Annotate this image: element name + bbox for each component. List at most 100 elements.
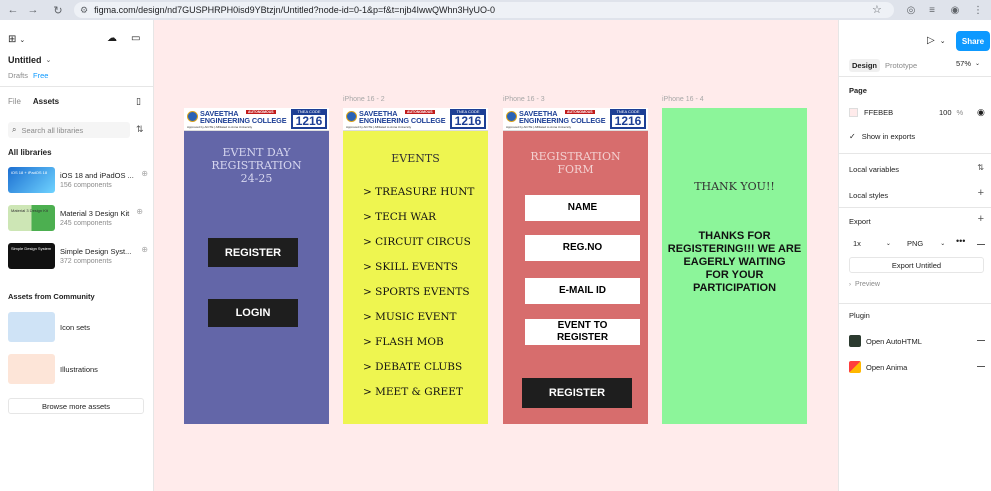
file-name[interactable]: Untitled ⌄ (8, 55, 51, 65)
reload-icon[interactable]: ↻ (49, 1, 67, 19)
plugin-item[interactable]: Open AutoHTML (866, 337, 922, 346)
sort-icon[interactable]: ⇅ (136, 124, 144, 135)
event-item[interactable]: > TECH WAR (363, 211, 436, 223)
login-button[interactable]: LOGIN (208, 299, 298, 327)
page-heading: Page (849, 86, 867, 95)
globe-icon: ⊕ (141, 169, 148, 178)
library-item[interactable]: Simple Design System Simple Design Syst.… (8, 243, 148, 269)
bookmark-star-icon[interactable]: ☆ (872, 3, 882, 16)
opacity-value[interactable]: 100 (939, 108, 952, 117)
export-heading: Export (849, 217, 871, 226)
community-item[interactable]: Icon sets (8, 312, 148, 342)
page-color-field[interactable]: FFEBEB (849, 108, 893, 117)
frame-thank-you[interactable]: THANK YOU!! THANKS FOR REGISTERING!!! WE… (662, 108, 807, 424)
frame-event-day-registration[interactable]: SAVEETHA ENGINEERING COLLEGE AUTONOMOUS A… (184, 108, 329, 424)
cloud-upload-icon[interactable]: ☁ (107, 33, 117, 44)
plugin-item[interactable]: Open Anima (866, 363, 907, 372)
eye-icon[interactable]: ◉ (977, 107, 985, 118)
tab-design[interactable]: Design (849, 59, 881, 72)
figma-menu-icon[interactable]: ⊞ ⌄ (8, 34, 25, 45)
community-heading: Assets from Community (8, 292, 95, 301)
more-options-icon[interactable]: ••• (956, 236, 965, 246)
library-item[interactable]: Material 3 Design Kit Material 3 Design … (8, 205, 148, 231)
back-icon[interactable]: ← (4, 1, 22, 19)
tab-prototype[interactable]: Prototype (885, 61, 917, 70)
globe-icon: ⊕ (141, 245, 148, 254)
event-item[interactable]: > CIRCUIT CIRCUS (363, 236, 471, 248)
preview-toggle[interactable]: › Preview (849, 281, 880, 288)
frame-label[interactable]: iPhone 16 - 3 (503, 96, 545, 103)
library-item[interactable]: iOS 18 + iPadOS 18 iOS 18 and iPadOS ...… (8, 167, 148, 193)
right-panel: ▷ ⌄ Share Design Prototype 57% ⌄ Page FFEB… (838, 20, 991, 491)
variables-sort-icon[interactable]: ⇅ (977, 163, 984, 172)
forward-icon[interactable]: → (24, 1, 42, 19)
plan-badge: Free (33, 71, 49, 80)
present-play-icon[interactable]: ▷ ⌄ (927, 35, 946, 46)
color-swatch[interactable] (849, 108, 858, 117)
register-button[interactable]: REGISTER (208, 238, 298, 267)
college-logo-icon (506, 111, 517, 122)
search-input[interactable]: ⌕ Search all libraries (8, 122, 130, 138)
icon-sets-thumbnail (8, 312, 55, 342)
browse-more-assets-button[interactable]: Browse more assets (8, 398, 144, 414)
library-thumbnail: iOS 18 + iPadOS 18 (8, 167, 55, 193)
divider (839, 153, 991, 154)
frame-events[interactable]: SAVEETHA ENGINEERING COLLEGE AUTONOMOUS A… (343, 108, 488, 424)
export-format-select[interactable]: PNG ⌄ (907, 239, 945, 248)
local-variables[interactable]: Local variables (849, 165, 899, 174)
export-format: PNG (907, 239, 924, 248)
drafts-label[interactable]: Drafts (8, 71, 28, 80)
page-opacity-field[interactable]: 100% (939, 108, 963, 117)
export-button[interactable]: Export Untitled (849, 257, 984, 273)
extension-icon[interactable]: ◎ (905, 4, 917, 16)
email-field[interactable]: E-MAIL ID (525, 278, 640, 304)
add-export-icon[interactable]: + (978, 213, 984, 225)
chevron-down-icon: ⌄ (975, 61, 981, 67)
divider (839, 76, 991, 77)
remove-plugin-icon[interactable] (977, 340, 985, 341)
design-canvas[interactable]: iPhone 16 - 2 iPhone 16 - 3 iPhone 16 - … (154, 20, 838, 491)
name-field[interactable]: NAME (525, 195, 640, 221)
file-location: Drafts Free (8, 71, 48, 80)
event-item[interactable]: > SPORTS EVENTS (363, 286, 470, 298)
event-item[interactable]: > MEET & GREET (363, 386, 463, 398)
address-bar[interactable]: ⚙ figma.com/design/nd7GUSPHRPH0isd9YBtzj… (74, 2, 894, 18)
site-settings-icon[interactable]: ⚙ (80, 5, 88, 16)
add-style-icon[interactable]: + (978, 187, 984, 199)
event-to-register-field[interactable]: EVENT TO REGISTER (525, 319, 640, 345)
form-title: REGISTRATION FORM (530, 150, 621, 176)
reg-no-field[interactable]: REG.NO (525, 235, 640, 261)
zoom-dropdown[interactable]: 57% ⌄ (956, 59, 980, 68)
profile-icon[interactable]: ◉ (949, 4, 961, 16)
event-item[interactable]: > DEBATE CLUBS (363, 361, 462, 373)
autonomous-badge: AUTONOMOUS (565, 110, 595, 114)
export-scale-select[interactable]: 1x ⌄ (853, 239, 891, 248)
remove-export-icon[interactable] (977, 244, 985, 245)
community-item[interactable]: Illustrations (8, 354, 148, 384)
share-button[interactable]: Share (956, 31, 990, 51)
remove-plugin-icon[interactable] (977, 366, 985, 367)
tab-assets[interactable]: Assets (33, 97, 59, 106)
library-count: 372 components (60, 258, 112, 265)
event-item[interactable]: > MUSIC EVENT (363, 311, 457, 323)
library-count: 245 components (60, 220, 112, 227)
media-icon[interactable]: ≡ (926, 4, 938, 16)
library-thumbnail: Simple Design System (8, 243, 55, 269)
local-styles[interactable]: Local styles (849, 191, 888, 200)
show-in-exports[interactable]: ✓ Show in exports (849, 132, 915, 141)
register-submit-button[interactable]: REGISTER (522, 378, 632, 408)
frame-registration-form[interactable]: SAVEETHA ENGINEERING COLLEGE AUTONOMOUS A… (503, 108, 648, 424)
autonomous-badge: AUTONOMOUS (405, 110, 435, 114)
event-item[interactable]: > FLASH MOB (363, 336, 444, 348)
checkbox-checked-icon[interactable]: ✓ (849, 132, 856, 141)
frame-label[interactable]: iPhone 16 - 4 (662, 96, 704, 103)
frame-label[interactable]: iPhone 16 - 2 (343, 96, 385, 103)
event-item[interactable]: > SKILL EVENTS (363, 261, 458, 273)
event-item[interactable]: > TREASURE HUNT (363, 186, 474, 198)
more-menu-icon[interactable]: ⋮ (972, 4, 984, 16)
tab-file[interactable]: File (8, 97, 21, 106)
chevron-down-icon: ⌄ (885, 241, 891, 247)
panel-toggle-icon[interactable]: ▭ (131, 33, 140, 44)
page-color-hex[interactable]: FFEBEB (864, 108, 893, 117)
library-book-icon[interactable]: ▯ (136, 96, 141, 107)
